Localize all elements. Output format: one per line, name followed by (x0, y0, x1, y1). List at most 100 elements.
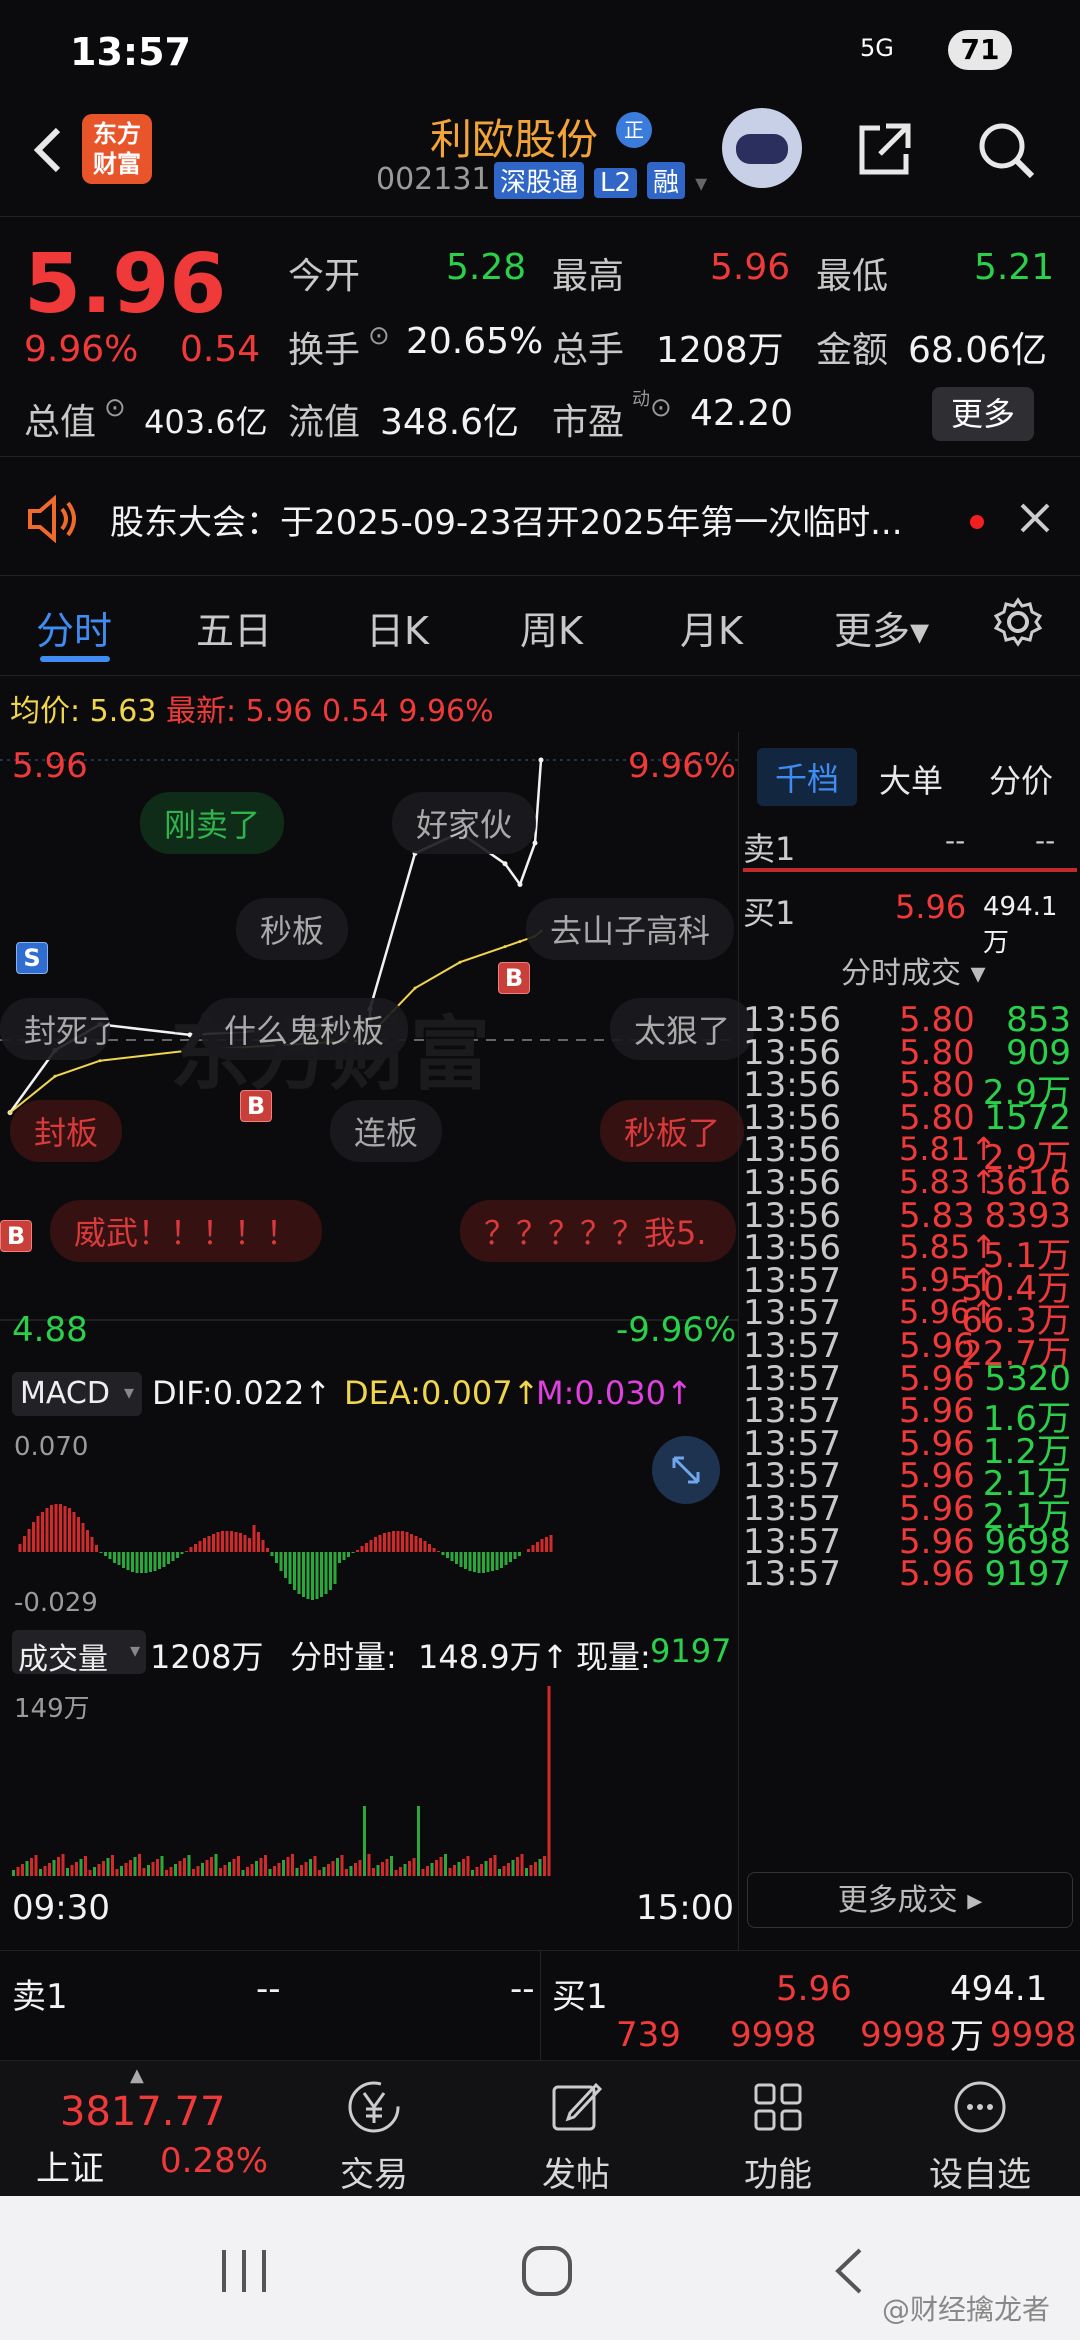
latest-percent: 9.96% (398, 694, 494, 729)
tab-more[interactable]: 更多▾ (834, 600, 929, 655)
macd-bar (450, 1552, 454, 1561)
volume-bar (381, 1862, 384, 1876)
search-icon[interactable] (974, 118, 1038, 182)
volume-bar (462, 1859, 465, 1876)
index-value: 3817.77 (60, 2089, 226, 2135)
nav-add-favorite[interactable]: 设自选 (880, 2061, 1080, 2197)
volume-bar (169, 1867, 173, 1876)
index-percent: 0.28% (160, 2141, 269, 2181)
sell-marker[interactable]: S (16, 942, 48, 974)
volume-bar (187, 1855, 191, 1876)
close-icon[interactable] (1018, 501, 1052, 535)
macd-bar (131, 1552, 134, 1572)
volume-bar (480, 1864, 483, 1876)
speaker-icon (28, 495, 76, 543)
comment-bubble[interactable]: 秒板 (236, 898, 349, 960)
tab-big-orders[interactable]: 大单 (879, 756, 943, 802)
book-level: 9998 (860, 2015, 947, 2055)
nav-post[interactable]: 发帖 (476, 2061, 676, 2197)
macd-bar (171, 1552, 175, 1561)
expand-icon[interactable] (652, 1436, 720, 1504)
battery-indicator: 71 (948, 30, 1012, 70)
comment-bubble[interactable]: 封死了 (0, 998, 110, 1060)
buy-marker[interactable]: B (498, 962, 530, 994)
pe-sup: 动 (632, 389, 650, 410)
volume-bar (516, 1857, 519, 1876)
macd-bar (198, 1541, 202, 1552)
float-label: 流值 (288, 402, 361, 443)
comment-bubble[interactable]: ？？？？？我5. (460, 1200, 736, 1262)
macd-bar (284, 1552, 287, 1578)
book-buy-label: 买1 (552, 1977, 608, 2017)
macd-bar (167, 1552, 170, 1564)
macd-bar (113, 1552, 116, 1563)
volume-chart-svg[interactable] (0, 1680, 738, 1880)
volume-bar (444, 1854, 447, 1876)
vol-now-label: 现量: (576, 1638, 651, 1676)
nav-functions[interactable]: 功能 (678, 2061, 878, 2197)
buy-marker[interactable]: B (0, 1220, 32, 1252)
tab-intraday[interactable]: 分时 (36, 600, 112, 655)
volume-selector[interactable]: 成交量 ▾ (12, 1630, 146, 1677)
volume-bar (196, 1866, 200, 1876)
comment-bubble[interactable]: 太狠了 (610, 998, 755, 1060)
tab-weekly-k[interactable]: 周K (520, 600, 583, 655)
volume-bar (12, 1870, 15, 1876)
notice-text[interactable]: 股东大会：于2025-09-23召开2025年第一次临时... (110, 495, 903, 544)
macd-bar (509, 1552, 512, 1562)
volume-bar (336, 1858, 339, 1876)
volume-bar (430, 1863, 434, 1876)
intraday-chart[interactable]: 均价: 5.63 最新: 5.96 0.54 9.96% 5.96 9.96% … (0, 680, 755, 1950)
buy-marker[interactable]: B (240, 1090, 272, 1122)
gear-icon[interactable] (992, 596, 1044, 648)
comment-bubble[interactable]: 封板 (10, 1100, 123, 1162)
more-button[interactable]: 更多 (932, 387, 1034, 441)
notice-bar[interactable]: 股东大会：于2025-09-23召开2025年第一次临时... (0, 456, 1080, 576)
stock-name[interactable]: 利欧股份 (430, 106, 598, 167)
share-icon[interactable] (852, 118, 916, 182)
macd-bar (185, 1551, 188, 1552)
comment-bubble[interactable]: 去山子高科 (526, 898, 735, 960)
tab-price-dist[interactable]: 分价 (989, 756, 1053, 802)
comment-bubble[interactable]: 秒板了 (600, 1100, 745, 1162)
comment-bubble[interactable]: 好家伙 (392, 792, 537, 854)
macd-selector[interactable]: MACD ▾ (12, 1372, 142, 1416)
index-ticker[interactable]: ▲ 3817.77 上证 0.28% (0, 2061, 270, 2197)
macd-bar (392, 1531, 395, 1552)
turnover-info-icon[interactable]: ⊙ (368, 321, 390, 351)
buy1-label: 买1 (743, 894, 796, 932)
volume-bar (39, 1869, 42, 1876)
clock: 13:57 (70, 30, 191, 74)
comment-bubble[interactable]: 威武！！！！！ (50, 1200, 323, 1262)
mktcap-info-icon[interactable]: ⊙ (104, 393, 126, 423)
volume-bar (205, 1860, 209, 1876)
app-logo[interactable]: 东方 财富 (82, 114, 152, 184)
back-nav-icon[interactable] (828, 2244, 868, 2298)
robot-assistant-icon[interactable] (722, 108, 802, 188)
comment-bubble[interactable]: 连板 (330, 1100, 443, 1162)
volume-label: 总手 (552, 330, 625, 371)
trades-title[interactable]: 分时成交 ▾ (841, 948, 986, 992)
volume-bar (277, 1863, 281, 1876)
volume-bar (498, 1869, 501, 1876)
tab-depth[interactable]: 千档 (757, 748, 858, 806)
nav-trade[interactable]: 交易 (274, 2061, 474, 2197)
macd-bar (432, 1548, 436, 1552)
tab-five-day[interactable]: 五日 (196, 600, 272, 655)
volume-bar (354, 1863, 357, 1876)
tab-monthly-k[interactable]: 月K (680, 600, 743, 655)
tab-daily-k[interactable]: 日K (366, 600, 429, 655)
macd-chart-svg[interactable] (0, 1424, 738, 1620)
more-trades-button[interactable]: 更多成交 ▸ (747, 1872, 1073, 1928)
back-icon[interactable] (20, 120, 80, 180)
macd-bar (387, 1532, 391, 1552)
comment-bubble[interactable]: 刚卖了 (140, 792, 285, 854)
volume-bar (30, 1858, 33, 1876)
pe-info-icon[interactable]: ⊙ (650, 393, 672, 423)
nav-post-label: 发帖 (542, 2155, 610, 2195)
home-icon[interactable] (520, 2244, 574, 2298)
comment-bubble[interactable]: 什么鬼秒板 (200, 998, 409, 1060)
tags-dropdown-icon[interactable]: ▾ (695, 169, 707, 197)
recent-apps-icon[interactable] (216, 2246, 272, 2296)
book-sell-volume: -- (510, 1969, 535, 2009)
